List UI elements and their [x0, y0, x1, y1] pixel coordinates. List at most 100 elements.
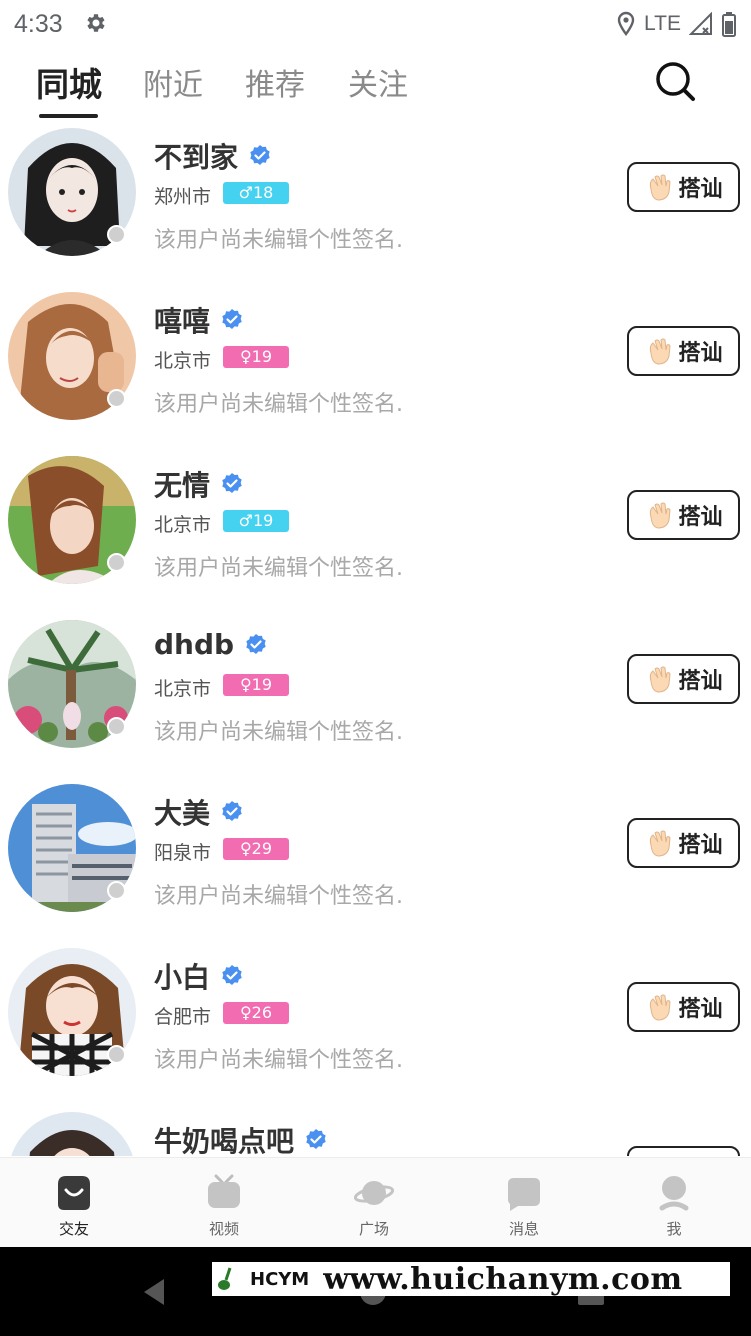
user-signature: 该用户尚未编辑个性签名. — [154, 556, 403, 581]
online-status-dot — [107, 717, 126, 736]
user-name-text: 大美 — [154, 797, 211, 830]
user-name-text: 不到家 — [154, 141, 239, 174]
user-city: 北京市 — [154, 514, 212, 536]
greet-button[interactable]: 搭讪 — [627, 162, 740, 212]
greet-button[interactable]: 搭讪 — [627, 982, 740, 1032]
gender-symbol: ♀ — [239, 839, 252, 858]
battery-icon — [722, 12, 736, 37]
user-age: 18 — [252, 183, 274, 202]
gender-symbol: ♂ — [238, 183, 253, 202]
user-name: 无情 — [154, 464, 244, 504]
bottom-nav: 交友 视频 广场 消息 我 — [0, 1157, 751, 1247]
waving-hand-icon — [650, 338, 671, 365]
smile-icon — [58, 1176, 90, 1210]
avatar[interactable] — [8, 1112, 136, 1156]
online-status-dot — [107, 881, 126, 900]
gender-age-badge: ♀26 — [223, 1002, 289, 1024]
search-icon[interactable] — [654, 60, 696, 102]
user-name: 牛奶喝点吧 — [154, 1120, 328, 1156]
user-age: 26 — [251, 1003, 273, 1022]
back-icon[interactable] — [140, 1277, 170, 1307]
list-item[interactable]: 不到家 郑州市 ♂18 该用户尚未编辑个性签名. 搭讪 — [0, 124, 751, 288]
online-status-dot — [107, 225, 126, 244]
greet-button[interactable]: 搭讪 — [627, 654, 740, 704]
gender-symbol: ♀ — [239, 675, 252, 694]
top-tab-bar: 同城 附近 推荐 关注 — [0, 52, 751, 124]
user-signature: 该用户尚未编辑个性签名. — [154, 1048, 403, 1073]
greet-button-label: 搭讪 — [678, 997, 723, 1022]
user-name: 嘻嘻 — [154, 300, 244, 340]
tab-same-city[interactable]: 同城 — [36, 58, 102, 106]
settings-gear-icon — [87, 14, 105, 32]
list-item[interactable]: 嘻嘻 北京市 ♀19 该用户尚未编辑个性签名. 搭讪 — [0, 288, 751, 452]
nav-item-me[interactable]: 我 — [624, 1174, 724, 1240]
user-name-text: 牛奶喝点吧 — [154, 1125, 295, 1156]
user-age: 19 — [251, 675, 273, 694]
user-signature: 该用户尚未编辑个性签名. — [154, 884, 403, 909]
video-icon — [208, 1174, 240, 1208]
greet-button[interactable]: 搭讪 — [627, 326, 740, 376]
waving-hand-icon — [650, 994, 671, 1021]
nav-item-video[interactable]: 视频 — [174, 1174, 274, 1240]
greet-button[interactable]: 搭讪 — [627, 490, 740, 540]
status-icons: LTE — [616, 10, 737, 38]
nav-label: 广场 — [358, 1220, 389, 1238]
user-city: 阳泉市 — [154, 842, 212, 864]
verified-badge-icon — [222, 801, 242, 821]
nav-label: 视频 — [208, 1220, 239, 1238]
greet-button-label: 搭讪 — [678, 669, 723, 694]
gender-symbol: ♀ — [239, 347, 252, 366]
user-name-text: dhdb — [154, 628, 235, 661]
list-item[interactable]: 大美 阳泉市 ♀29 该用户尚未编辑个性签名. 搭讪 — [0, 780, 751, 944]
user-age: 19 — [251, 347, 273, 366]
list-item[interactable]: 牛奶喝点吧 — [0, 1108, 751, 1156]
message-icon — [508, 1178, 540, 1211]
greet-button[interactable]: 搭讪 — [627, 818, 740, 868]
greet-button-label: 搭讪 — [678, 833, 723, 858]
nav-label: 交友 — [58, 1220, 89, 1238]
location-icon — [617, 11, 635, 36]
user-signature: 该用户尚未编辑个性签名. — [154, 392, 403, 417]
verified-badge-icon — [222, 473, 242, 493]
gender-age-badge: ♀19 — [223, 346, 289, 368]
user-signature: 该用户尚未编辑个性签名. — [154, 228, 403, 253]
list-item[interactable]: 小白 合肥市 ♀26 该用户尚未编辑个性签名. 搭讪 — [0, 944, 751, 1108]
nav-item-dating[interactable]: 交友 — [24, 1174, 124, 1240]
list-item[interactable]: dhdb 北京市 ♀19 该用户尚未编辑个性签名. 搭讪 — [0, 616, 751, 780]
tab-recommend[interactable]: 推荐 — [245, 60, 305, 104]
gender-age-badge: ♀29 — [223, 838, 289, 860]
network-type: LTE — [644, 12, 681, 35]
gender-symbol: ♀ — [239, 1003, 252, 1022]
nav-label: 我 — [666, 1220, 682, 1238]
user-signature: 该用户尚未编辑个性签名. — [154, 720, 403, 745]
watermark-banner: HCYM www.huichanym.com — [212, 1262, 730, 1297]
greet-button-label: 搭讪 — [678, 177, 723, 202]
user-city: 合肥市 — [154, 1006, 212, 1028]
greet-button-label: 搭讪 — [678, 505, 723, 530]
user-age: 19 — [252, 511, 274, 530]
profile-icon — [659, 1176, 689, 1211]
tab-following[interactable]: 关注 — [348, 60, 408, 104]
list-item[interactable]: 无情 北京市 ♂19 该用户尚未编辑个性签名. 搭讪 — [0, 452, 751, 616]
status-time: 4:33 — [14, 10, 63, 38]
gender-symbol: ♂ — [238, 511, 253, 530]
online-status-dot — [107, 553, 126, 572]
user-city: 北京市 — [154, 678, 212, 700]
gender-age-badge: ♀19 — [223, 674, 289, 696]
verified-badge-icon — [222, 965, 242, 985]
verified-badge-icon — [250, 145, 270, 165]
user-name-text: 无情 — [154, 469, 211, 502]
nav-label: 消息 — [508, 1220, 539, 1238]
user-name: 小白 — [154, 956, 244, 996]
waving-hand-icon — [650, 502, 671, 529]
nav-item-messages[interactable]: 消息 — [474, 1174, 574, 1240]
nav-item-square[interactable]: 广场 — [324, 1174, 424, 1240]
tab-nearby[interactable]: 附近 — [143, 60, 203, 104]
app-screen: 4:33 LTE 同城 附近 推荐 关注 不到家 郑州市 ♂18 该用户尚未编辑… — [0, 0, 751, 1336]
watermark-logo: HCYM — [250, 1268, 310, 1290]
shovel-logo-icon — [218, 1267, 232, 1290]
greet-button[interactable] — [627, 1146, 740, 1156]
user-city: 北京市 — [154, 350, 212, 372]
user-name-text: 小白 — [154, 961, 211, 994]
status-bar: 4:33 LTE — [0, 0, 751, 48]
